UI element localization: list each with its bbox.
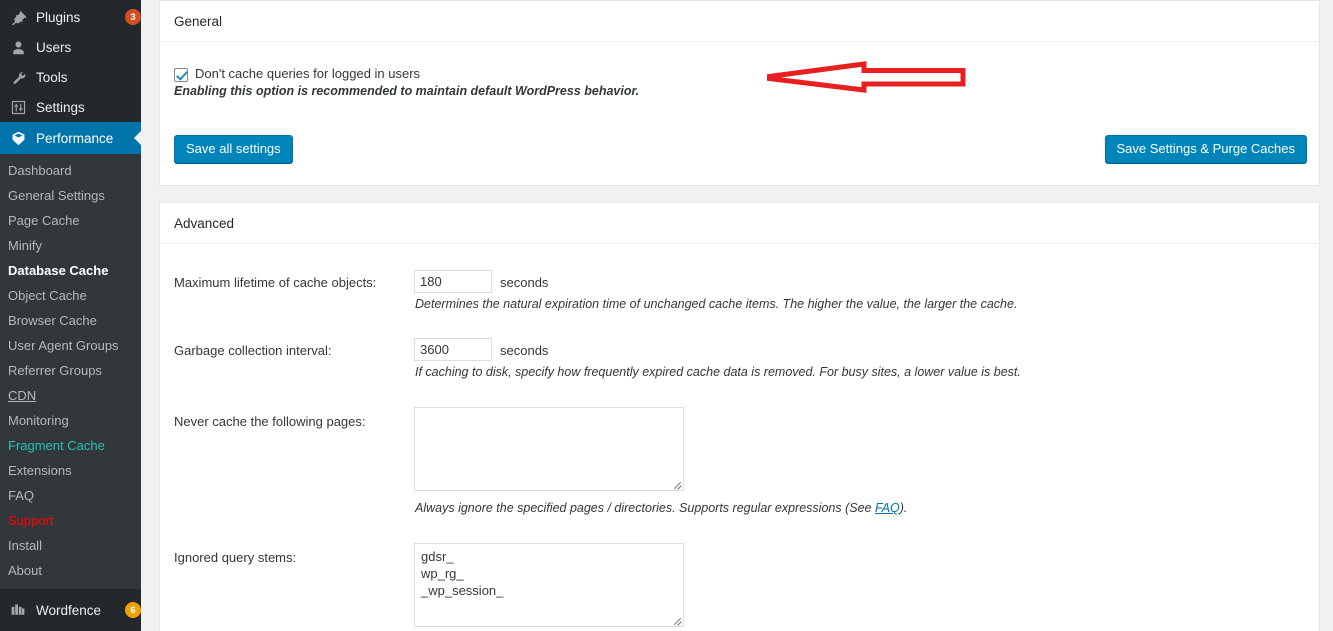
performance-submenu: Dashboard General Settings Page Cache Mi… xyxy=(0,154,141,589)
max-lifetime-label: Maximum lifetime of cache objects: xyxy=(174,275,377,290)
garbage-interval-input[interactable] xyxy=(414,338,492,361)
sidebar-item-label: Users xyxy=(36,39,72,55)
wrench-icon xyxy=(8,67,28,87)
advanced-panel-body: Maximum lifetime of cache objects: secon… xyxy=(160,244,1319,631)
sidebar-item-settings[interactable]: Settings xyxy=(0,92,141,122)
dont-cache-logged-in-checkbox[interactable] xyxy=(174,68,188,82)
never-cache-help: Always ignore the specified pages / dire… xyxy=(415,501,907,515)
sidebar-subitem-monitoring[interactable]: Monitoring xyxy=(0,408,141,433)
sidebar-subitem-fragment-cache[interactable]: Fragment Cache xyxy=(0,433,141,458)
garbage-interval-label: Garbage collection interval: xyxy=(174,343,332,358)
plug-icon xyxy=(8,7,28,27)
ignored-stems-textarea[interactable]: gdsr_ wp_rg_ _wp_session_ xyxy=(414,543,684,627)
performance-icon xyxy=(8,128,28,148)
sidebar-subitem-cdn[interactable]: CDN xyxy=(0,383,141,408)
sidebar-item-partial[interactable] xyxy=(0,625,141,631)
sidebar-subitem-database-cache[interactable]: Database Cache xyxy=(0,258,141,283)
main-content: General Don't cache queries for logged i… xyxy=(141,0,1333,631)
save-all-settings-button[interactable]: Save all settings xyxy=(174,135,293,163)
dont-cache-logged-in-description: Enabling this option is recommended to m… xyxy=(174,84,640,98)
sidebar-item-label: Settings xyxy=(36,99,85,115)
ignored-stems-label: Ignored query stems: xyxy=(174,550,297,565)
sidebar-item-tools[interactable]: Tools xyxy=(0,62,141,92)
advanced-settings-panel: Advanced Maximum lifetime of cache objec… xyxy=(159,202,1320,631)
sidebar-subitem-dashboard[interactable]: Dashboard xyxy=(0,158,141,183)
never-cache-help-prefix: Always ignore the specified pages / dire… xyxy=(415,501,875,515)
sidebar-subitem-browser-cache[interactable]: Browser Cache xyxy=(0,308,141,333)
sidebar-item-plugins[interactable]: Plugins 3 xyxy=(0,2,141,32)
advanced-panel-title: Advanced xyxy=(160,203,1319,244)
garbage-interval-unit: seconds xyxy=(500,343,549,358)
sidebar-subitem-extensions[interactable]: Extensions xyxy=(0,458,141,483)
faq-link[interactable]: FAQ xyxy=(875,501,900,515)
sidebar-subitem-general-settings[interactable]: General Settings xyxy=(0,183,141,208)
wordfence-icon xyxy=(8,600,28,620)
sidebar-item-label: Plugins xyxy=(36,9,81,25)
sidebar-subitem-user-agent-groups[interactable]: User Agent Groups xyxy=(0,333,141,358)
general-panel-title: General xyxy=(160,1,1319,42)
sidebar-item-wordfence[interactable]: Wordfence 6 xyxy=(0,595,141,625)
sidebar-subitem-page-cache[interactable]: Page Cache xyxy=(0,208,141,233)
sidebar-subitem-minify[interactable]: Minify xyxy=(0,233,141,258)
sidebar-item-label: Wordfence xyxy=(36,602,102,618)
never-cache-help-suffix: ). xyxy=(899,501,908,515)
user-icon xyxy=(8,37,28,57)
sidebar-subitem-referrer-groups[interactable]: Referrer Groups xyxy=(0,358,141,383)
sidebar-subitem-faq[interactable]: FAQ xyxy=(0,483,141,508)
plugins-update-badge: 3 xyxy=(125,9,141,25)
general-settings-panel: General Don't cache queries for logged i… xyxy=(159,0,1320,186)
screen-root: Plugins 3 Users Tools Settings Performan… xyxy=(0,0,1333,631)
sidebar-subitem-support[interactable]: Support xyxy=(0,508,141,533)
sidebar-subitem-about[interactable]: About xyxy=(0,558,141,583)
max-lifetime-input[interactable] xyxy=(414,270,492,293)
max-lifetime-unit: seconds xyxy=(500,275,549,290)
dont-cache-logged-in-option: Don't cache queries for logged in users … xyxy=(174,66,639,98)
never-cache-textarea[interactable] xyxy=(414,407,684,491)
sidebar-item-users[interactable]: Users xyxy=(0,32,141,62)
never-cache-label: Never cache the following pages: xyxy=(174,414,366,429)
dont-cache-logged-in-label[interactable]: Don't cache queries for logged in users xyxy=(195,66,420,82)
garbage-interval-help: If caching to disk, specify how frequent… xyxy=(415,365,1021,379)
save-settings-purge-caches-button[interactable]: Save Settings & Purge Caches xyxy=(1104,135,1307,163)
sidebar-subitem-install[interactable]: Install xyxy=(0,533,141,558)
sliders-icon xyxy=(8,97,28,117)
sidebar-item-label: Performance xyxy=(36,130,114,146)
wordfence-alert-badge: 6 xyxy=(125,602,141,618)
sidebar-item-label: Tools xyxy=(36,69,68,85)
admin-sidebar: Plugins 3 Users Tools Settings Performan… xyxy=(0,0,141,631)
sidebar-item-performance[interactable]: Performance xyxy=(0,122,141,154)
sidebar-subitem-object-cache[interactable]: Object Cache xyxy=(0,283,141,308)
max-lifetime-help: Determines the natural expiration time o… xyxy=(415,297,1018,311)
